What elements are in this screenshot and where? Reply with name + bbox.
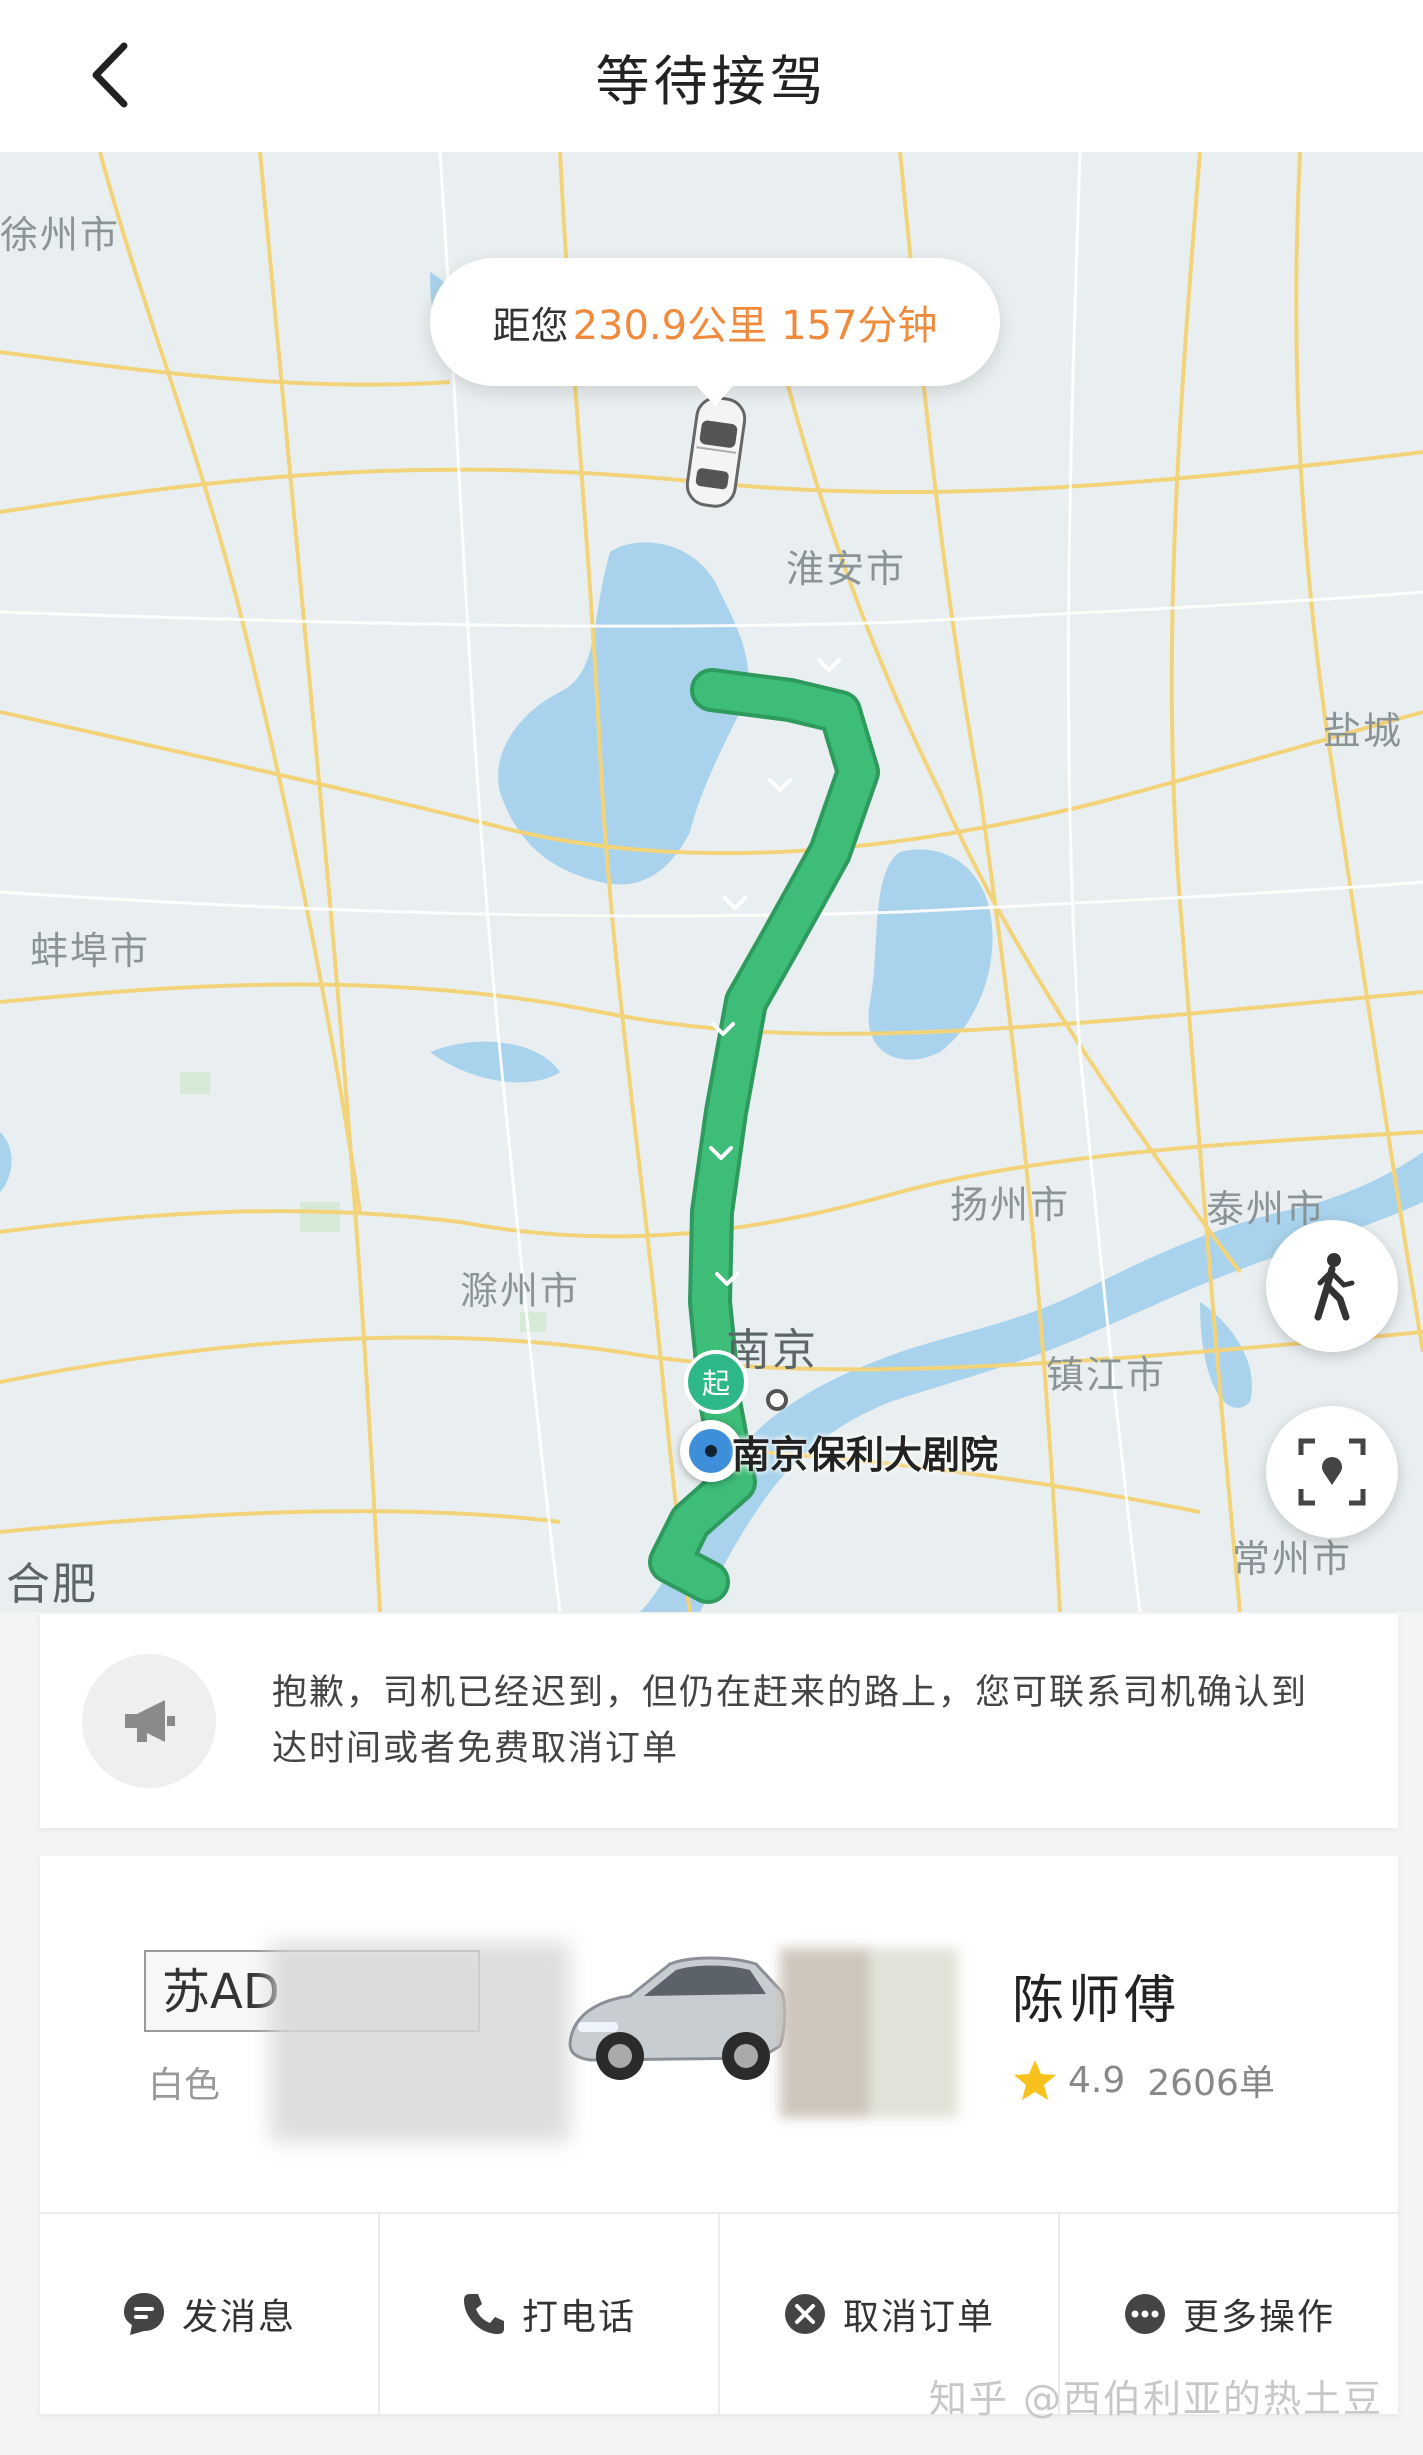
start-location-name: 南京保利大剧院 [732,1433,999,1477]
action-label: 取消订单 [842,2297,995,2338]
car-color: 白色 [148,2065,221,2106]
privacy-blur [780,1948,958,2118]
city-label: 淮安市 [786,547,907,591]
action-label: 更多操作 [1182,2297,1335,2338]
city-label: 扬州市 [950,1183,1071,1227]
phone-icon [462,2292,506,2336]
city-label: 蚌埠市 [30,929,151,973]
walking-person-icon [1314,1253,1355,1321]
car-marker-icon [685,396,747,508]
start-marker: 起 [684,1350,748,1414]
driver-card: 苏AD 白色 陈师傅 4.9 2606单 发消息 打电话 取消订单 更多操作 [40,1856,1398,2414]
eta-duration: 157分钟 [781,303,938,349]
city-label: 盐城 [1323,709,1404,753]
star-icon [1014,2060,1056,2100]
driver-name: 陈师傅 [1012,1971,1181,2031]
action-label: 打电话 [521,2297,636,2338]
send-message-button[interactable]: 发消息 [40,2214,380,2414]
call-button[interactable]: 打电话 [380,2214,720,2414]
page-title: 等待接驾 [595,49,828,113]
city-label: 镇江市 [1046,1353,1167,1397]
back-button[interactable] [64,30,154,120]
eta-prefix: 距您 [492,303,569,348]
city-label: 徐州市 [0,213,121,257]
car-image [568,1956,787,2080]
privacy-blur [270,1942,570,2142]
cancel-circle-icon [783,2292,827,2336]
eta-distance: 230.9公里 [572,303,768,349]
city-label: 合肥 [6,1559,98,1610]
order-count: 2606单 [1147,2063,1275,2104]
notice-text: 抱歉，司机已经迟到，但仍在赶来的路上，您可联系司机确认到达时间或者免费取消订单 [272,1673,1309,1769]
locate-button[interactable] [1266,1406,1398,1538]
city-label: 滁州市 [460,1269,581,1313]
chevron-left-icon [92,42,128,108]
top-bar: 等待接驾 [0,0,1423,152]
map-view[interactable]: 徐州市 淮安市 盐城 蚌埠市 扬州市 泰州市 滁州市 南京 镇江市 常州市 合肥… [0,152,1423,1612]
walk-button[interactable] [1266,1220,1398,1352]
watermark: 知乎 @西伯利亚的热土豆 [928,2377,1383,2421]
locate-center-icon [1298,1438,1366,1506]
eta-bubble: 距您 230.9公里 157分钟 [430,258,1000,406]
rating-value: 4.9 [1068,2059,1126,2101]
driver-rating: 4.9 2606单 [1012,2054,1275,2106]
megaphone-icon [82,1654,216,1788]
more-dots-icon [1123,2292,1167,2336]
late-notice: 抱歉，司机已经迟到，但仍在赶来的路上，您可联系司机确认到达时间或者免费取消订单 [40,1614,1398,1828]
action-label: 发消息 [181,2297,296,2338]
message-icon [122,2291,166,2337]
